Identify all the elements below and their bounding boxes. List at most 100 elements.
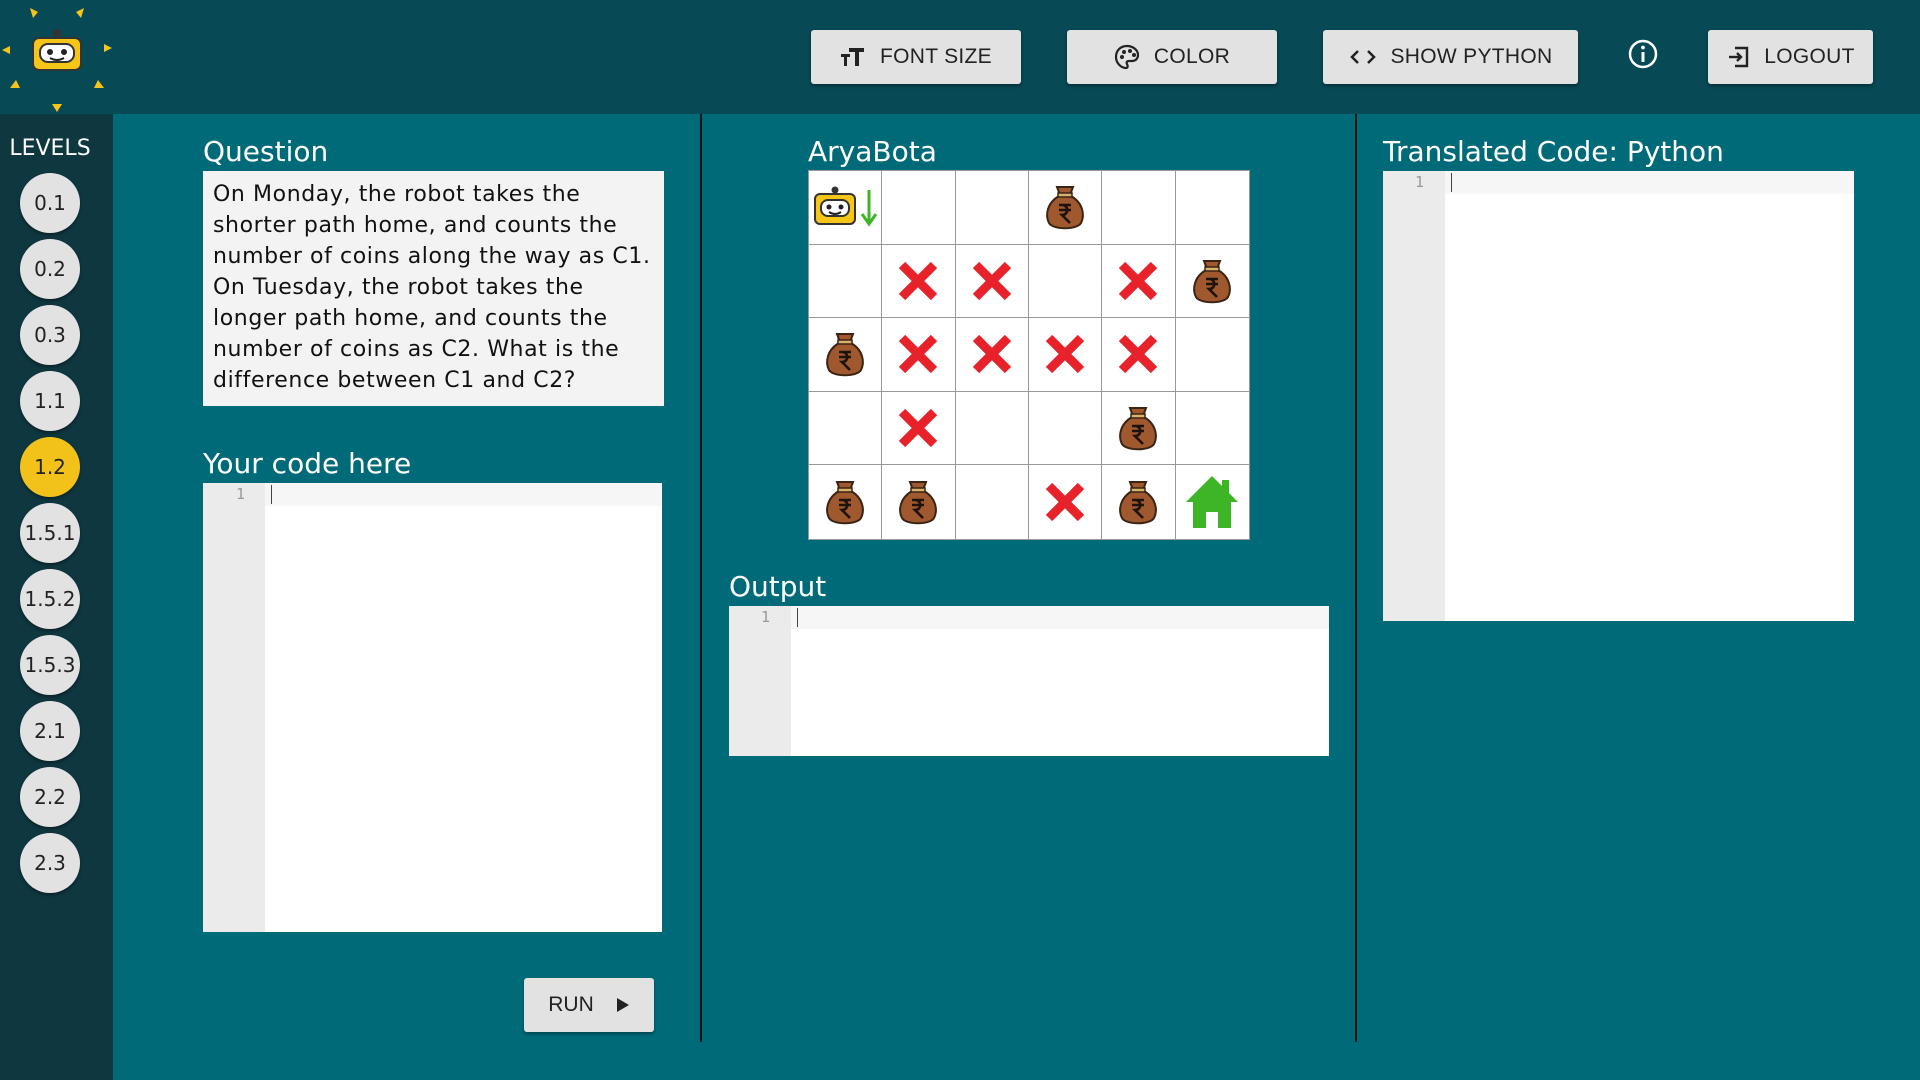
translated-code-panel[interactable]: 1: [1383, 171, 1854, 621]
line-number: 1: [1415, 173, 1425, 191]
info-icon[interactable]: [1627, 38, 1659, 70]
obstacle-x-icon: [970, 332, 1014, 376]
code-editor-title: Your code here: [203, 447, 412, 480]
aryabota-logo-icon: [0, 0, 114, 114]
font-size-icon: [841, 48, 864, 66]
board-cell-2-5: [1175, 318, 1249, 392]
output-panel: 1: [729, 606, 1329, 756]
question-title: Question: [203, 135, 329, 168]
board-cell-0-4: [1102, 171, 1176, 245]
line-number: 1: [761, 608, 771, 626]
board-cell-0-5: [1175, 171, 1249, 245]
line-gutter: [1383, 171, 1445, 621]
coin-bag-icon: [1114, 402, 1162, 454]
robot-icon: [811, 182, 879, 232]
board-grid: [808, 170, 1250, 540]
level-button-0-1[interactable]: 0.1: [20, 173, 80, 233]
column-divider: [700, 114, 702, 1042]
show-python-label: SHOW PYTHON: [1390, 45, 1553, 68]
active-line: [1383, 171, 1854, 194]
board-cell-3-3: [1029, 391, 1103, 466]
board-cell-1-0: [809, 244, 883, 319]
board-cell-4-4: [1102, 465, 1176, 539]
logout-icon: [1729, 46, 1749, 68]
board-cell-4-1: [882, 465, 956, 539]
question-text: On Monday, the robot takes the shorter p…: [203, 171, 664, 406]
board-cell-2-0: [809, 318, 883, 392]
level-button-1-5-1[interactable]: 1.5.1: [20, 503, 80, 563]
board-cell-1-3: [1029, 244, 1103, 319]
translated-code-title: Translated Code: Python: [1383, 135, 1724, 168]
obstacle-x-icon: [1043, 332, 1087, 376]
obstacle-x-icon: [1116, 332, 1160, 376]
coin-bag-icon: [1041, 181, 1089, 233]
text-cursor: [271, 485, 272, 504]
board-cell-2-2: [955, 318, 1029, 392]
level-button-2-1[interactable]: 2.1: [20, 701, 80, 761]
board-cell-3-4: [1102, 391, 1176, 466]
board-cell-0-2: [955, 171, 1029, 245]
obstacle-x-icon: [896, 406, 940, 450]
coin-bag-icon: [821, 328, 869, 380]
level-button-2-2[interactable]: 2.2: [20, 767, 80, 827]
coin-bag-icon: [894, 476, 942, 528]
level-button-1-2[interactable]: 1.2: [20, 437, 80, 497]
text-cursor: [797, 608, 798, 627]
run-button[interactable]: RUN: [524, 978, 654, 1032]
logout-button[interactable]: LOGOUT: [1708, 30, 1873, 84]
line-gutter: [729, 606, 791, 756]
code-icon: [1349, 50, 1376, 64]
font-size-label: FONT SIZE: [880, 45, 992, 68]
obstacle-x-icon: [896, 332, 940, 376]
board-cell-1-5: [1175, 245, 1249, 319]
obstacle-x-icon: [896, 259, 940, 303]
logout-label: LOGOUT: [1764, 45, 1855, 68]
board-cell-2-4: [1102, 318, 1176, 392]
play-icon: [616, 998, 629, 1012]
coin-bag-icon: [1114, 476, 1162, 528]
active-line: [729, 606, 1329, 629]
show-python-button[interactable]: SHOW PYTHON: [1323, 30, 1578, 84]
board-cell-3-5: [1175, 392, 1249, 466]
board-cell-3-1: [882, 391, 956, 466]
board-cell-2-1: [882, 318, 956, 392]
board-cell-0-0: [809, 171, 883, 245]
line-gutter: [203, 483, 265, 932]
board-title: AryaBota: [808, 135, 937, 168]
palette-icon: [1114, 44, 1140, 70]
code-editor[interactable]: 1: [203, 483, 662, 932]
text-cursor: [1451, 173, 1452, 192]
board-cell-0-1: [882, 171, 956, 245]
column-divider: [1355, 114, 1357, 1042]
board-cell-4-5: [1176, 465, 1249, 539]
board-cell-4-3: [1029, 465, 1103, 539]
board-cell-4-2: [956, 465, 1029, 539]
board-cell-2-3: [1029, 318, 1103, 392]
font-size-button[interactable]: FONT SIZE: [811, 30, 1021, 84]
home-icon: [1182, 472, 1242, 532]
output-title: Output: [729, 570, 827, 603]
levels-title: LEVELS: [9, 136, 91, 161]
board-cell-3-2: [955, 391, 1029, 466]
color-button[interactable]: COLOR: [1067, 30, 1277, 84]
obstacle-x-icon: [1043, 480, 1087, 524]
level-button-0-3[interactable]: 0.3: [20, 305, 80, 365]
color-label: COLOR: [1153, 45, 1231, 68]
obstacle-x-icon: [1116, 259, 1160, 303]
run-label: RUN: [548, 993, 594, 1016]
board-cell-4-0: [809, 465, 883, 539]
level-button-0-2[interactable]: 0.2: [20, 239, 80, 299]
board-cell-3-0: [809, 391, 883, 466]
level-button-1-5-2[interactable]: 1.5.2: [20, 569, 80, 629]
level-button-1-5-3[interactable]: 1.5.3: [20, 635, 80, 695]
board-cell-1-1: [882, 244, 956, 319]
board-cell-0-3: [1029, 171, 1103, 245]
coin-bag-icon: [1188, 255, 1236, 307]
coin-bag-icon: [821, 476, 869, 528]
obstacle-x-icon: [970, 259, 1014, 303]
line-number: 1: [236, 485, 246, 503]
board-cell-1-2: [955, 244, 1029, 319]
board-cell-1-4: [1102, 244, 1176, 319]
level-button-2-3[interactable]: 2.3: [20, 833, 80, 893]
level-button-1-1[interactable]: 1.1: [20, 371, 80, 431]
